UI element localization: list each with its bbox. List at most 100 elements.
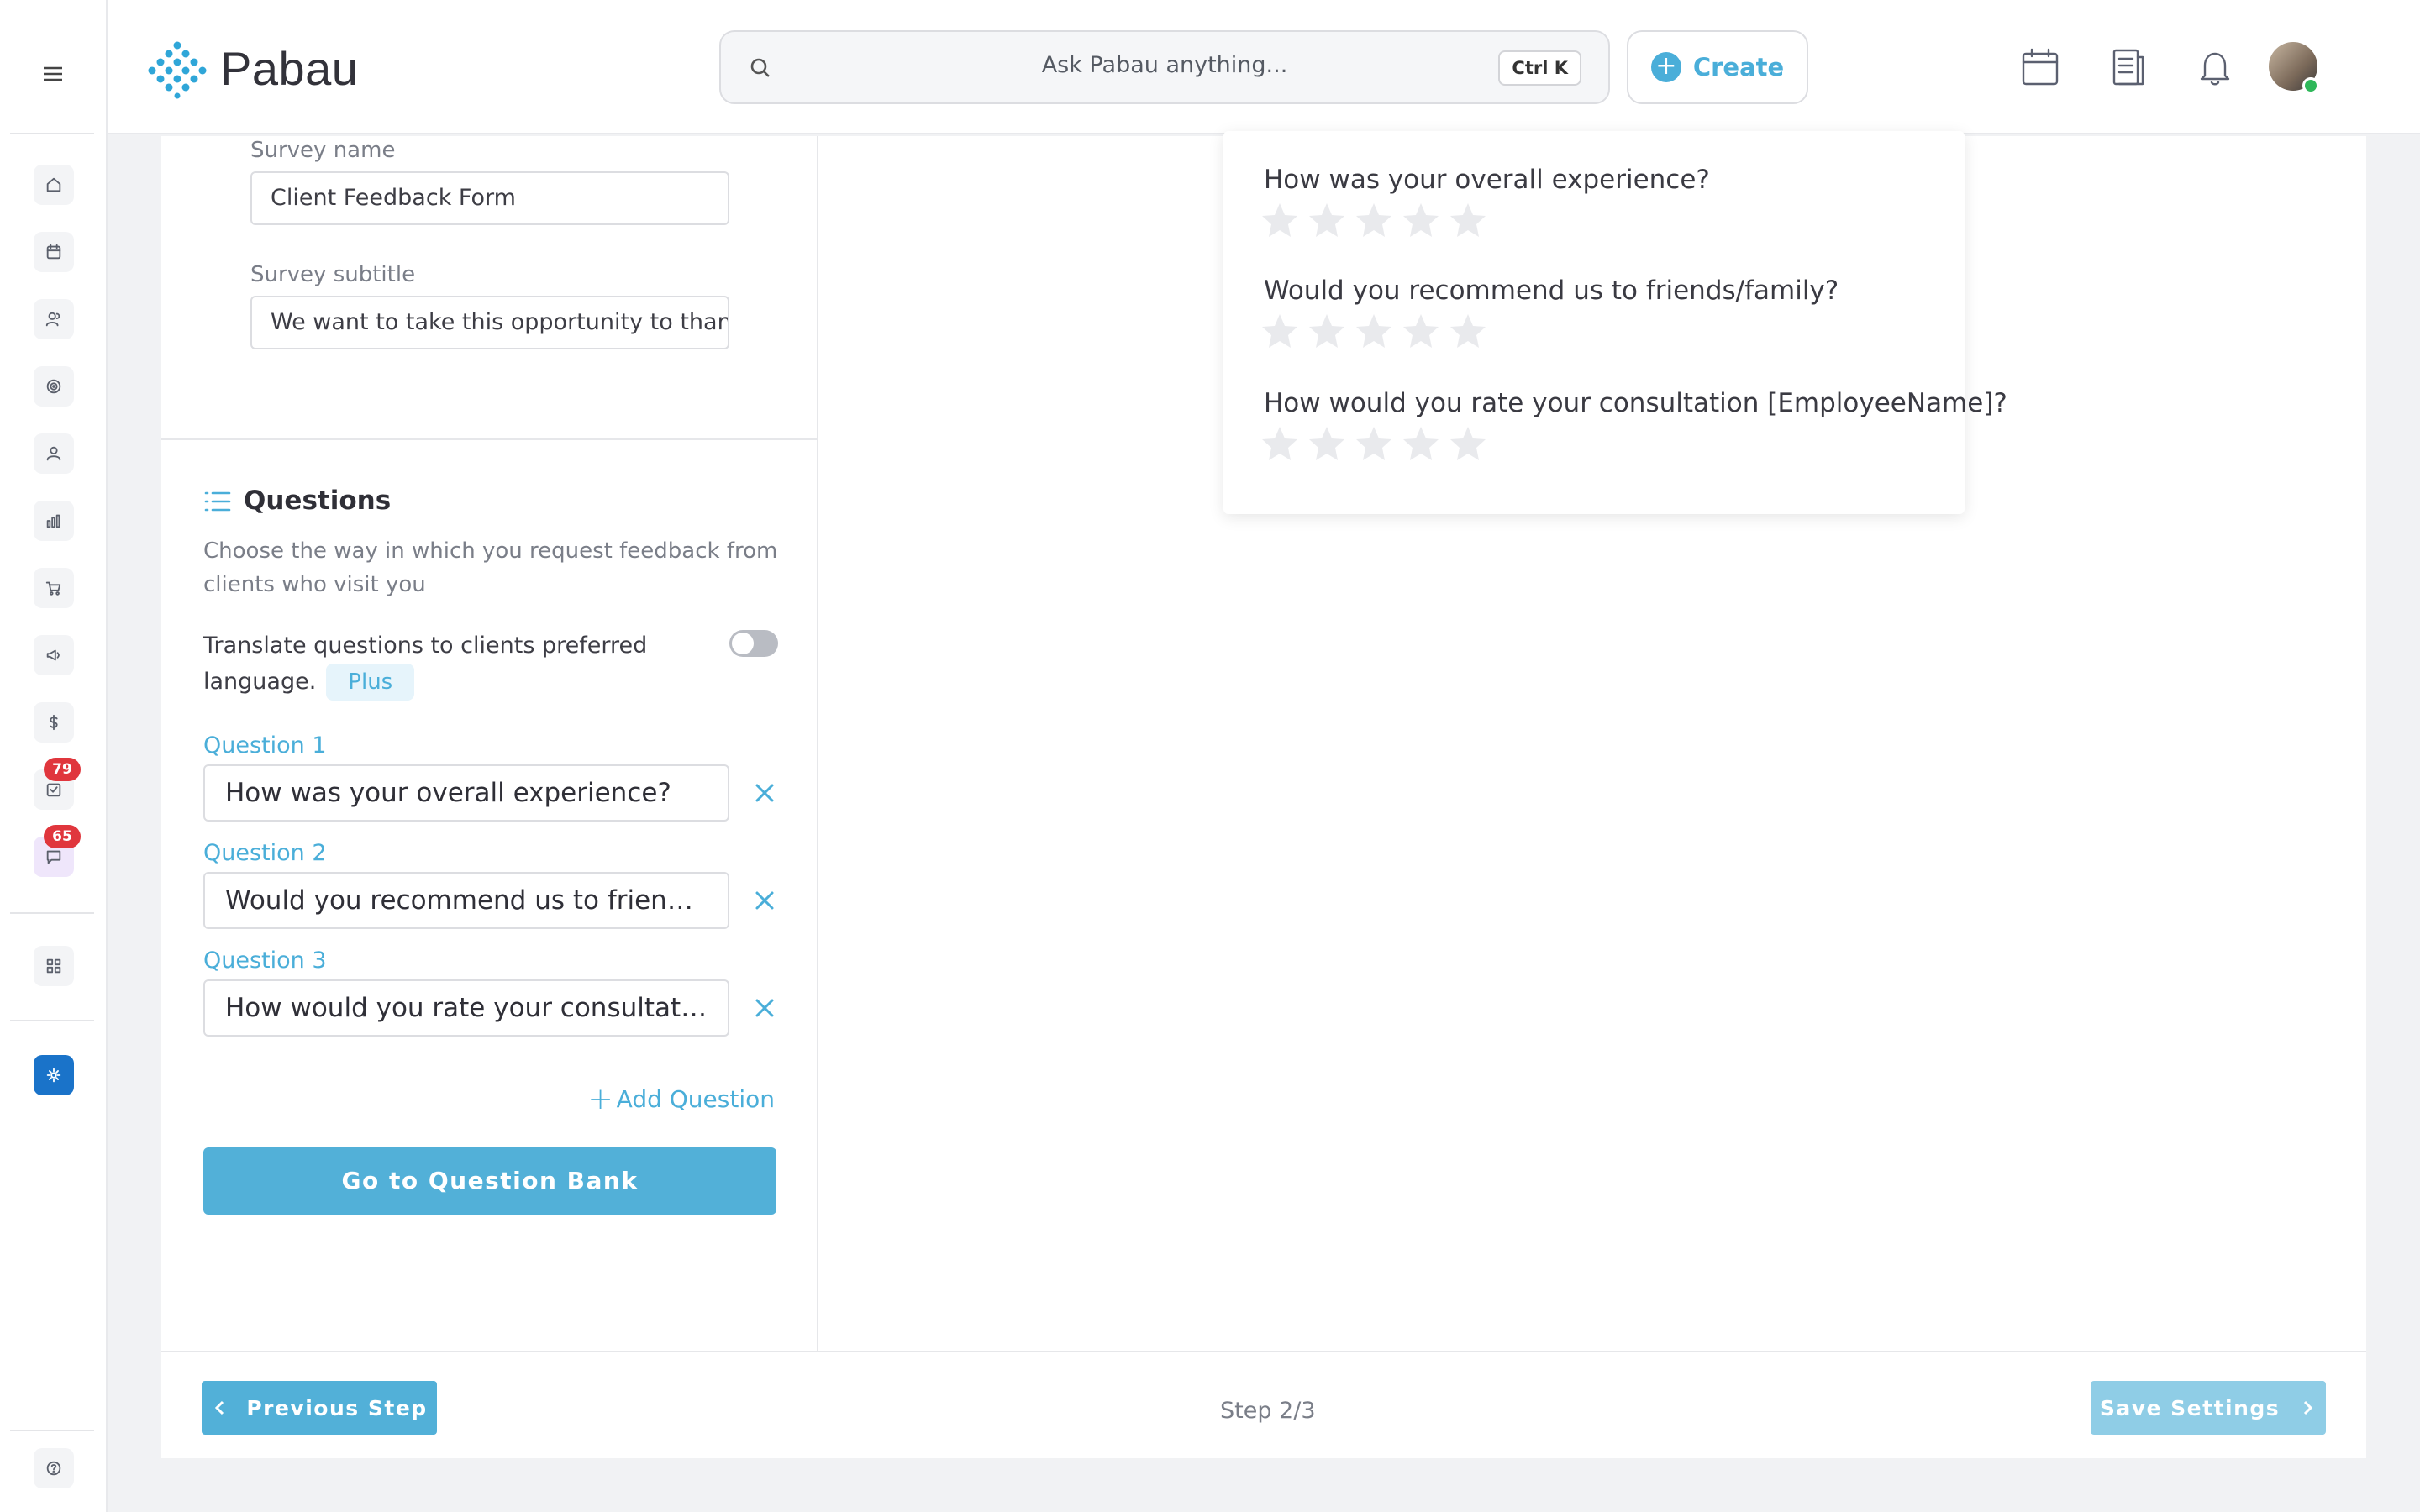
star-rating[interactable] [1260, 425, 1487, 462]
remove-question-2-icon[interactable] [751, 887, 778, 914]
star-icon[interactable] [1449, 425, 1487, 462]
tasks-icon [46, 783, 61, 797]
search-bar[interactable]: Ask Pabau anything... Ctrl K [719, 30, 1610, 104]
brand-name: Pabau [220, 41, 359, 95]
sidebar-item-marketing[interactable] [34, 635, 74, 675]
questions-description: Choose the way in which you request feed… [203, 538, 778, 597]
chat-badge: 65 [44, 825, 81, 848]
question-1-input[interactable]: How was your overall experience? [203, 764, 729, 822]
remove-question-1-icon[interactable] [751, 780, 778, 806]
apps-grid-icon [46, 958, 61, 974]
add-question-button[interactable]: + Add Question [587, 1082, 775, 1116]
save-settings-label: Save Settings [2099, 1395, 2281, 1420]
questions-title: Questions [244, 486, 392, 516]
sidebar-divider [10, 1430, 94, 1431]
star-rating[interactable] [1260, 312, 1487, 349]
sidebar-item-home[interactable] [34, 165, 74, 205]
sidebar-divider [10, 1020, 94, 1021]
sidebar-item-help[interactable] [34, 1448, 74, 1488]
previous-step-label: Previous Step [246, 1395, 428, 1420]
translate-toggle[interactable] [729, 630, 778, 657]
question-2-label: Question 2 [203, 840, 327, 866]
star-icon[interactable] [1355, 425, 1393, 462]
top-bar: Pabau Ask Pabau anything... Ctrl K + Cre… [108, 0, 2420, 134]
survey-name-label: Survey name [250, 138, 396, 163]
settings-icon [46, 1068, 61, 1083]
reports-icon [46, 514, 60, 528]
online-status-dot [2302, 77, 2319, 94]
hamburger-menu-icon[interactable] [40, 64, 66, 84]
star-icon[interactable] [1307, 202, 1346, 239]
translate-label: Translate questions to clients preferred… [203, 633, 648, 695]
question-3-input[interactable]: How would you rate your consultation [Em… [203, 979, 729, 1037]
receipt-icon[interactable] [2104, 44, 2151, 91]
remove-question-3-icon[interactable] [751, 995, 778, 1021]
sidebar-item-calendar[interactable] [34, 232, 74, 272]
star-icon[interactable] [1307, 425, 1346, 462]
previous-step-button[interactable]: Previous Step [202, 1381, 437, 1435]
search-shortcut-badge: Ctrl K [1498, 50, 1581, 86]
section-divider [161, 438, 817, 440]
target-icon [46, 379, 61, 394]
sidebar-divider [10, 912, 94, 914]
sidebar-item-target[interactable] [34, 366, 74, 407]
bell-icon[interactable] [2191, 44, 2238, 91]
sidebar-item-chat[interactable]: 65 [34, 825, 81, 877]
question-bank-button[interactable]: Go to Question Bank [203, 1147, 776, 1215]
survey-preview-card: How was your overall experience? Would y… [1223, 131, 2007, 514]
add-question-label: Add Question [616, 1085, 775, 1113]
tasks-badge: 79 [44, 758, 81, 781]
star-icon[interactable] [1449, 312, 1487, 349]
survey-subtitle-label: Survey subtitle [250, 262, 416, 287]
logo-mark-icon [148, 41, 207, 99]
calendar-icon [46, 244, 61, 260]
preview-question-1: How was your overall experience? [1264, 165, 1710, 195]
question-2-input[interactable]: Would you recommend us to friends/family… [203, 872, 729, 929]
sidebar-divider [10, 133, 94, 134]
sidebar-item-clients[interactable] [34, 299, 74, 339]
star-icon[interactable] [1260, 425, 1299, 462]
megaphone-icon [46, 649, 60, 661]
search-placeholder: Ask Pabau anything... [1041, 52, 1288, 78]
chevron-left-icon [215, 1400, 224, 1415]
plus-plan-badge: Plus [326, 664, 415, 701]
star-icon[interactable] [1355, 202, 1393, 239]
preview-question-2: Would you recommend us to friends/family… [1264, 276, 1839, 306]
question-1-label: Question 1 [203, 732, 327, 759]
star-icon[interactable] [1307, 312, 1346, 349]
sidebar-item-reports[interactable] [34, 501, 74, 541]
help-icon [46, 1461, 61, 1476]
star-icon[interactable] [1402, 312, 1440, 349]
sidebar-item-tasks[interactable]: 79 [34, 758, 81, 810]
cart-icon [45, 581, 61, 596]
sidebar-item-financials[interactable] [34, 702, 74, 743]
user-icon [46, 446, 61, 461]
survey-name-input[interactable]: Client Feedback Form [250, 171, 729, 225]
calendar-icon[interactable] [2017, 44, 2064, 91]
star-icon[interactable] [1260, 312, 1299, 349]
survey-settings-panel: Survey name Client Feedback Form Survey … [161, 131, 2366, 1458]
sidebar-item-apps[interactable] [34, 946, 74, 986]
home-icon [46, 177, 61, 192]
chevron-right-icon [2304, 1400, 2313, 1415]
chat-icon [46, 850, 61, 864]
star-icon[interactable] [1402, 425, 1440, 462]
sidebar-item-settings[interactable] [34, 1055, 74, 1095]
create-button[interactable]: + Create [1627, 30, 1808, 104]
star-icon[interactable] [1355, 312, 1393, 349]
survey-subtitle-input[interactable]: We want to take this opportunity to than… [250, 296, 729, 349]
dollar-icon [50, 714, 58, 731]
pabau-logo[interactable]: Pabau [146, 37, 358, 99]
star-rating[interactable] [1260, 202, 1487, 239]
save-settings-button[interactable]: Save Settings [2091, 1381, 2326, 1435]
sidebar-item-user[interactable] [34, 433, 74, 474]
clients-icon [45, 312, 60, 327]
star-icon[interactable] [1449, 202, 1487, 239]
plus-circle-icon: + [1650, 52, 1681, 82]
star-icon[interactable] [1402, 202, 1440, 239]
sidebar: 79 65 [0, 0, 108, 1512]
sidebar-item-shop[interactable] [34, 568, 74, 608]
wizard-footer: Previous Step Step 2/3 Save Settings [161, 1351, 2366, 1458]
star-icon[interactable] [1260, 202, 1299, 239]
toggle-knob [732, 633, 754, 654]
